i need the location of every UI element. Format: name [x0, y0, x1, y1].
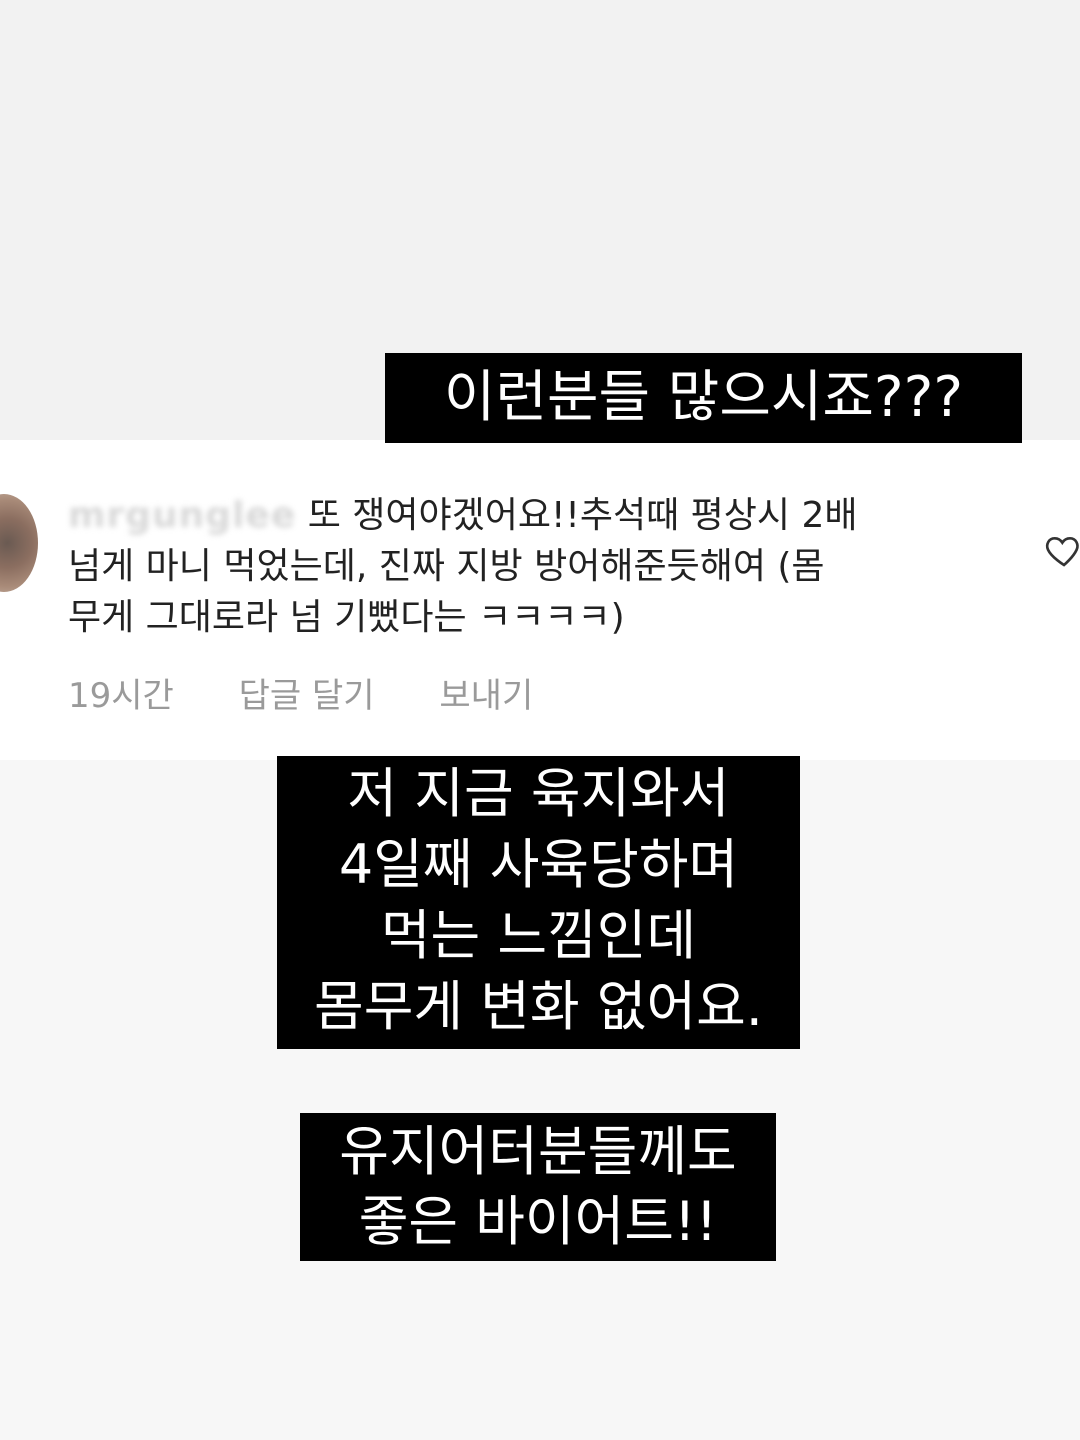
caption-top-text: 이런분들 많으시죠??? [443, 365, 964, 430]
caption-middle-line-3: 먹는 느낌인데 [380, 904, 697, 967]
comment-meta-row: 19시간 답글 달기 보내기 [68, 668, 587, 717]
comment-line-3: 무게 그대로라 넘 기뻤다는 ㅋㅋㅋㅋ) [68, 597, 625, 638]
caption-top: 이런분들 많으시죠??? [385, 353, 1022, 443]
send-button[interactable]: 보내기 [439, 676, 533, 716]
comment-username[interactable]: mrgunglee [68, 495, 296, 536]
caption-bottom-line-2: 좋은 바이어트!! [358, 1190, 718, 1253]
comment-text: mrgunglee 또 쟁여야겠어요!!추석때 평상시 2배 넘게 마니 먹었는… [68, 490, 968, 643]
caption-bottom-line-1: 유지어터분들께도 [339, 1120, 737, 1183]
caption-middle-line-2: 4일째 사육당하며 [338, 833, 739, 896]
reply-button[interactable]: 답글 달기 [239, 676, 375, 716]
caption-bottom: 유지어터분들께도 좋은 바이어트!! [300, 1113, 776, 1261]
caption-middle: 저 지금 육지와서 4일째 사육당하며 먹는 느낌인데 몸무게 변화 없어요. [277, 756, 800, 1049]
caption-middle-line-4: 몸무게 변화 없어요. [314, 975, 763, 1038]
comment-line-2: 넘게 마니 먹었는데, 진짜 지방 방어해준듯해여 (몸 [68, 546, 825, 587]
heart-outline-icon[interactable] [1044, 530, 1080, 570]
comment-timestamp: 19시간 [68, 676, 174, 716]
comment-line-1: 또 쟁여야겠어요!!추석때 평상시 2배 [307, 495, 858, 536]
caption-middle-line-1: 저 지금 육지와서 [347, 762, 730, 825]
